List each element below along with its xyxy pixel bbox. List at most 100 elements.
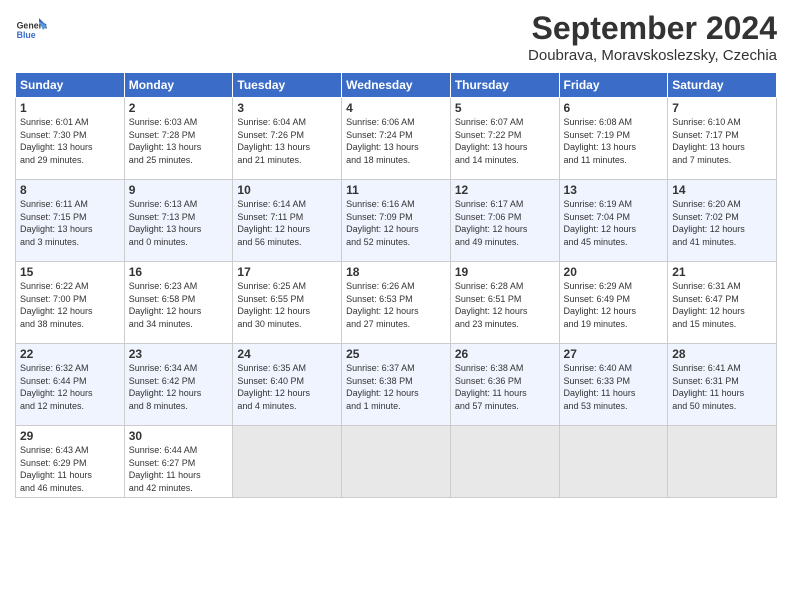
header-thursday: Thursday — [450, 73, 559, 98]
logo-icon: General Blue — [15, 14, 47, 46]
day-info: Sunrise: 6:32 AM Sunset: 6:44 PM Dayligh… — [20, 362, 120, 412]
calendar-cell: 9Sunrise: 6:13 AM Sunset: 7:13 PM Daylig… — [124, 180, 233, 262]
calendar-cell: 30Sunrise: 6:44 AM Sunset: 6:27 PM Dayli… — [124, 426, 233, 498]
day-number: 17 — [237, 265, 337, 279]
header-friday: Friday — [559, 73, 668, 98]
day-number: 28 — [672, 347, 772, 361]
calendar-cell: 27Sunrise: 6:40 AM Sunset: 6:33 PM Dayli… — [559, 344, 668, 426]
day-number: 21 — [672, 265, 772, 279]
day-number: 14 — [672, 183, 772, 197]
day-info: Sunrise: 6:28 AM Sunset: 6:51 PM Dayligh… — [455, 280, 555, 330]
calendar-cell: 26Sunrise: 6:38 AM Sunset: 6:36 PM Dayli… — [450, 344, 559, 426]
day-info: Sunrise: 6:34 AM Sunset: 6:42 PM Dayligh… — [129, 362, 229, 412]
calendar-cell: 8Sunrise: 6:11 AM Sunset: 7:15 PM Daylig… — [16, 180, 125, 262]
logo: General Blue — [15, 14, 51, 46]
calendar-cell: 1Sunrise: 6:01 AM Sunset: 7:30 PM Daylig… — [16, 98, 125, 180]
day-info: Sunrise: 6:07 AM Sunset: 7:22 PM Dayligh… — [455, 116, 555, 166]
calendar-cell: 6Sunrise: 6:08 AM Sunset: 7:19 PM Daylig… — [559, 98, 668, 180]
page-container: General Blue September 2024 Doubrava, Mo… — [0, 0, 792, 508]
day-number: 26 — [455, 347, 555, 361]
day-info: Sunrise: 6:37 AM Sunset: 6:38 PM Dayligh… — [346, 362, 446, 412]
day-info: Sunrise: 6:26 AM Sunset: 6:53 PM Dayligh… — [346, 280, 446, 330]
day-info: Sunrise: 6:38 AM Sunset: 6:36 PM Dayligh… — [455, 362, 555, 412]
calendar-cell: 21Sunrise: 6:31 AM Sunset: 6:47 PM Dayli… — [668, 262, 777, 344]
calendar-cell: 18Sunrise: 6:26 AM Sunset: 6:53 PM Dayli… — [342, 262, 451, 344]
day-info: Sunrise: 6:10 AM Sunset: 7:17 PM Dayligh… — [672, 116, 772, 166]
day-info: Sunrise: 6:20 AM Sunset: 7:02 PM Dayligh… — [672, 198, 772, 248]
day-number: 13 — [564, 183, 664, 197]
calendar-cell: 4Sunrise: 6:06 AM Sunset: 7:24 PM Daylig… — [342, 98, 451, 180]
calendar-cell: 19Sunrise: 6:28 AM Sunset: 6:51 PM Dayli… — [450, 262, 559, 344]
calendar-cell: 15Sunrise: 6:22 AM Sunset: 7:00 PM Dayli… — [16, 262, 125, 344]
header-wednesday: Wednesday — [342, 73, 451, 98]
day-number: 27 — [564, 347, 664, 361]
day-number: 4 — [346, 101, 446, 115]
day-number: 30 — [129, 429, 229, 443]
location: Doubrava, Moravskoslezsky, Czechia — [528, 47, 777, 64]
calendar-table: Sunday Monday Tuesday Wednesday Thursday… — [15, 72, 777, 498]
day-number: 24 — [237, 347, 337, 361]
day-info: Sunrise: 6:03 AM Sunset: 7:28 PM Dayligh… — [129, 116, 229, 166]
calendar-cell: 24Sunrise: 6:35 AM Sunset: 6:40 PM Dayli… — [233, 344, 342, 426]
day-info: Sunrise: 6:35 AM Sunset: 6:40 PM Dayligh… — [237, 362, 337, 412]
day-info: Sunrise: 6:19 AM Sunset: 7:04 PM Dayligh… — [564, 198, 664, 248]
month-title: September 2024 — [528, 10, 777, 47]
calendar-cell: 7Sunrise: 6:10 AM Sunset: 7:17 PM Daylig… — [668, 98, 777, 180]
header-sunday: Sunday — [16, 73, 125, 98]
calendar-cell: 28Sunrise: 6:41 AM Sunset: 6:31 PM Dayli… — [668, 344, 777, 426]
day-number: 2 — [129, 101, 229, 115]
day-info: Sunrise: 6:43 AM Sunset: 6:29 PM Dayligh… — [20, 444, 120, 494]
day-info: Sunrise: 6:06 AM Sunset: 7:24 PM Dayligh… — [346, 116, 446, 166]
day-number: 10 — [237, 183, 337, 197]
calendar-cell: 29Sunrise: 6:43 AM Sunset: 6:29 PM Dayli… — [16, 426, 125, 498]
day-info: Sunrise: 6:13 AM Sunset: 7:13 PM Dayligh… — [129, 198, 229, 248]
day-number: 3 — [237, 101, 337, 115]
day-number: 29 — [20, 429, 120, 443]
day-number: 9 — [129, 183, 229, 197]
day-number: 16 — [129, 265, 229, 279]
day-info: Sunrise: 6:08 AM Sunset: 7:19 PM Dayligh… — [564, 116, 664, 166]
header: General Blue September 2024 Doubrava, Mo… — [15, 10, 777, 64]
day-info: Sunrise: 6:11 AM Sunset: 7:15 PM Dayligh… — [20, 198, 120, 248]
day-number: 20 — [564, 265, 664, 279]
calendar-cell: 20Sunrise: 6:29 AM Sunset: 6:49 PM Dayli… — [559, 262, 668, 344]
day-number: 11 — [346, 183, 446, 197]
calendar-cell: 12Sunrise: 6:17 AM Sunset: 7:06 PM Dayli… — [450, 180, 559, 262]
calendar-cell: 22Sunrise: 6:32 AM Sunset: 6:44 PM Dayli… — [16, 344, 125, 426]
day-info: Sunrise: 6:31 AM Sunset: 6:47 PM Dayligh… — [672, 280, 772, 330]
calendar-cell: 14Sunrise: 6:20 AM Sunset: 7:02 PM Dayli… — [668, 180, 777, 262]
calendar-cell — [559, 426, 668, 498]
day-info: Sunrise: 6:44 AM Sunset: 6:27 PM Dayligh… — [129, 444, 229, 494]
calendar-cell: 16Sunrise: 6:23 AM Sunset: 6:58 PM Dayli… — [124, 262, 233, 344]
day-number: 19 — [455, 265, 555, 279]
day-info: Sunrise: 6:14 AM Sunset: 7:11 PM Dayligh… — [237, 198, 337, 248]
calendar-cell — [342, 426, 451, 498]
title-block: September 2024 Doubrava, Moravskoslezsky… — [528, 10, 777, 64]
svg-text:Blue: Blue — [17, 30, 36, 40]
day-number: 7 — [672, 101, 772, 115]
day-info: Sunrise: 6:41 AM Sunset: 6:31 PM Dayligh… — [672, 362, 772, 412]
calendar-cell: 3Sunrise: 6:04 AM Sunset: 7:26 PM Daylig… — [233, 98, 342, 180]
calendar-cell — [450, 426, 559, 498]
calendar-cell — [668, 426, 777, 498]
day-info: Sunrise: 6:40 AM Sunset: 6:33 PM Dayligh… — [564, 362, 664, 412]
calendar-body: 1Sunrise: 6:01 AM Sunset: 7:30 PM Daylig… — [16, 98, 777, 498]
day-number: 22 — [20, 347, 120, 361]
day-info: Sunrise: 6:25 AM Sunset: 6:55 PM Dayligh… — [237, 280, 337, 330]
calendar-cell: 11Sunrise: 6:16 AM Sunset: 7:09 PM Dayli… — [342, 180, 451, 262]
day-number: 18 — [346, 265, 446, 279]
calendar-cell: 5Sunrise: 6:07 AM Sunset: 7:22 PM Daylig… — [450, 98, 559, 180]
day-number: 25 — [346, 347, 446, 361]
day-info: Sunrise: 6:29 AM Sunset: 6:49 PM Dayligh… — [564, 280, 664, 330]
day-number: 1 — [20, 101, 120, 115]
day-info: Sunrise: 6:23 AM Sunset: 6:58 PM Dayligh… — [129, 280, 229, 330]
calendar-cell: 17Sunrise: 6:25 AM Sunset: 6:55 PM Dayli… — [233, 262, 342, 344]
calendar-cell: 13Sunrise: 6:19 AM Sunset: 7:04 PM Dayli… — [559, 180, 668, 262]
header-tuesday: Tuesday — [233, 73, 342, 98]
day-info: Sunrise: 6:22 AM Sunset: 7:00 PM Dayligh… — [20, 280, 120, 330]
calendar-cell: 25Sunrise: 6:37 AM Sunset: 6:38 PM Dayli… — [342, 344, 451, 426]
day-info: Sunrise: 6:17 AM Sunset: 7:06 PM Dayligh… — [455, 198, 555, 248]
calendar-cell: 23Sunrise: 6:34 AM Sunset: 6:42 PM Dayli… — [124, 344, 233, 426]
calendar-cell: 2Sunrise: 6:03 AM Sunset: 7:28 PM Daylig… — [124, 98, 233, 180]
day-info: Sunrise: 6:04 AM Sunset: 7:26 PM Dayligh… — [237, 116, 337, 166]
